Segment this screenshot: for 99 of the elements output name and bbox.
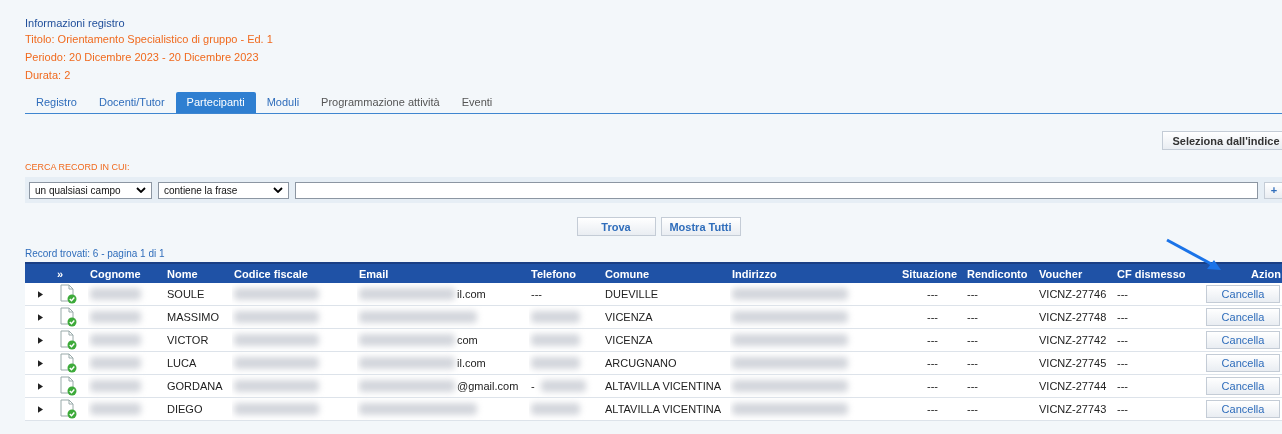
column-header: Cognome	[90, 267, 141, 280]
table-cell: ---	[927, 334, 938, 346]
table-cell: ---	[1117, 334, 1128, 346]
field-select[interactable]: un qualsiasi campo	[29, 181, 152, 199]
column-header: Nome	[167, 267, 198, 280]
expand-triangle-icon[interactable]	[37, 337, 43, 344]
expand-all-toggle[interactable]: »	[57, 267, 64, 280]
table-cell: GORDANA	[167, 380, 223, 392]
tab[interactable]: Registro	[25, 92, 88, 113]
table-cell: ---	[1117, 288, 1128, 300]
blurred-text	[90, 334, 142, 346]
find-button[interactable]: Trova	[576, 217, 656, 236]
blurred-text	[531, 311, 580, 323]
table-cell: VICNZ-27744	[1039, 380, 1107, 392]
table-cell: @gmail.com	[457, 380, 519, 392]
column-header: Comune	[605, 267, 649, 280]
column-header: Telefono	[531, 267, 576, 280]
chevron-icon	[136, 187, 146, 193]
table-cell: VICNZ-27742	[1039, 334, 1107, 346]
table-cell: ---	[967, 403, 978, 415]
table-cell: ---	[1117, 311, 1128, 323]
column-header: Voucher	[1039, 267, 1083, 280]
table-cell: ---	[967, 380, 978, 392]
delete-button[interactable]: Cancella	[1206, 400, 1280, 418]
table-cell: il.com	[457, 288, 486, 300]
blurred-text	[90, 380, 142, 392]
delete-button[interactable]: Cancella	[1206, 285, 1280, 303]
table-cell: ALTAVILLA VICENTINA	[605, 403, 722, 415]
delete-button[interactable]: Cancella	[1206, 354, 1280, 372]
blurred-text	[531, 403, 580, 415]
column-header: Codice fiscale	[234, 267, 308, 280]
table-cell: il.com	[457, 357, 486, 369]
table-cell: ---	[967, 288, 978, 300]
tab[interactable]: Moduli	[255, 92, 311, 113]
records-count: Record trovati: 6 - pagina 1 di 1	[25, 248, 166, 259]
table-cell: DUEVILLE	[605, 288, 659, 300]
table-cell: ALTAVILLA VICENTINA	[605, 380, 722, 392]
table-cell: ---	[927, 357, 938, 369]
table-cell: ---	[967, 311, 978, 323]
delete-button[interactable]: Cancella	[1206, 308, 1280, 326]
column-header: Email	[359, 267, 389, 280]
tab[interactable]: Programmazione attività	[310, 92, 451, 113]
table-cell: ---	[927, 311, 938, 323]
blurred-text	[531, 357, 580, 369]
info-line: Titolo: Orientamento Specialistico di gruppo - Ed. 1	[25, 32, 274, 47]
table-cell: ---	[1117, 403, 1128, 415]
table-cell: VICNZ-27748	[1039, 311, 1107, 323]
table-cell: ---	[1117, 357, 1128, 369]
info-line: Periodo: 20 Dicembre 2023 - 20 Dicembre 2023	[25, 50, 260, 65]
table-cell: ---	[927, 403, 938, 415]
expand-triangle-icon[interactable]	[37, 406, 43, 413]
blurred-text	[90, 311, 142, 323]
tab[interactable]: Partecipanti	[175, 92, 256, 113]
expand-triangle-icon[interactable]	[37, 383, 43, 390]
blurred-text	[531, 334, 580, 346]
table-cell: ---	[927, 288, 938, 300]
table-cell: ARCUGNANO	[605, 357, 677, 369]
expand-triangle-icon[interactable]	[37, 291, 43, 298]
blurred-text	[90, 288, 142, 300]
info-line: Durata: 2	[25, 68, 72, 83]
expand-triangle-icon[interactable]	[37, 314, 43, 321]
column-header: Azion	[1251, 267, 1281, 280]
table-cell: ---	[967, 357, 978, 369]
table-cell: ---	[967, 334, 978, 346]
add-button[interactable]: +	[1264, 181, 1282, 199]
delete-button[interactable]: Cancella	[1206, 377, 1280, 395]
select-from-index-button[interactable]: Seleziona dall'indice	[1162, 131, 1282, 150]
delete-button[interactable]: Cancella	[1206, 331, 1280, 349]
table-cell: VICTOR	[167, 334, 209, 346]
table-cell: VICENZA	[605, 334, 653, 346]
expand-triangle-icon[interactable]	[37, 360, 43, 367]
search-input-field[interactable]	[295, 181, 1258, 199]
section-heading: Informazioni registro	[25, 16, 126, 30]
table-cell: ---	[1117, 380, 1128, 392]
table-cell: MASSIMO	[167, 311, 219, 323]
chevron-icon	[273, 187, 283, 193]
column-header: Situazione	[902, 267, 957, 280]
column-header: Rendiconto	[967, 267, 1028, 280]
table-cell: DIEGO	[167, 403, 203, 415]
search-label: CERCA RECORD IN CUI:	[25, 162, 131, 172]
tab[interactable]: Docenti/Tutor	[87, 92, 176, 113]
table-cell: VICENZA	[605, 311, 653, 323]
column-header: Indirizzo	[732, 267, 777, 280]
table-cell: LUCA	[167, 357, 197, 369]
table-cell: VICNZ-27743	[1039, 403, 1107, 415]
table-cell: VICNZ-27745	[1039, 357, 1107, 369]
table-cell: -	[531, 380, 535, 392]
blurred-text	[90, 403, 142, 415]
show-all-button[interactable]: Mostra Tutti	[660, 217, 741, 236]
table-cell: ---	[531, 288, 542, 300]
table-cell: com	[457, 334, 478, 346]
column-header: CF dismesso	[1117, 267, 1186, 280]
table-cell: SOULE	[167, 288, 205, 300]
blurred-text	[540, 380, 586, 392]
table-cell: VICNZ-27746	[1039, 288, 1107, 300]
tab[interactable]: Eventi	[450, 92, 504, 113]
table-cell: ---	[927, 380, 938, 392]
blurred-text	[90, 357, 142, 369]
operator-select[interactable]: contiene la frase	[158, 181, 289, 199]
